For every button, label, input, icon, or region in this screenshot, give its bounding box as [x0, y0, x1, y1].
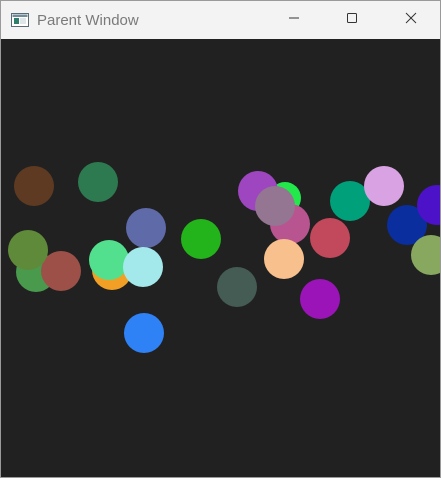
circle-9: [89, 240, 129, 280]
parent-window: Parent Window: [0, 0, 441, 478]
close-icon: [405, 11, 417, 29]
circle-19: [300, 279, 340, 319]
circle-17: [264, 239, 304, 279]
circle-4: [181, 219, 221, 259]
window-app-icon: [11, 13, 29, 27]
circle-20: [330, 181, 370, 221]
circle-6: [41, 251, 81, 291]
maximize-icon: [346, 11, 358, 29]
close-button[interactable]: [388, 1, 434, 39]
circle-3: [126, 208, 166, 248]
circle-21: [364, 166, 404, 206]
circle-12: [124, 313, 164, 353]
circle-2: [78, 162, 118, 202]
circle-16: [255, 186, 295, 226]
maximize-button[interactable]: [329, 1, 375, 39]
minimize-icon: [288, 11, 300, 29]
circle-1: [14, 166, 54, 206]
title-bar[interactable]: Parent Window: [1, 1, 440, 39]
window-title: Parent Window: [37, 11, 139, 29]
circle-10: [123, 247, 163, 287]
circle-18: [310, 218, 350, 258]
circle-7: [8, 230, 48, 270]
circle-11: [217, 267, 257, 307]
canvas-area[interactable]: [1, 39, 440, 477]
circle-canvas: [1, 39, 440, 477]
minimize-button[interactable]: [271, 1, 317, 39]
